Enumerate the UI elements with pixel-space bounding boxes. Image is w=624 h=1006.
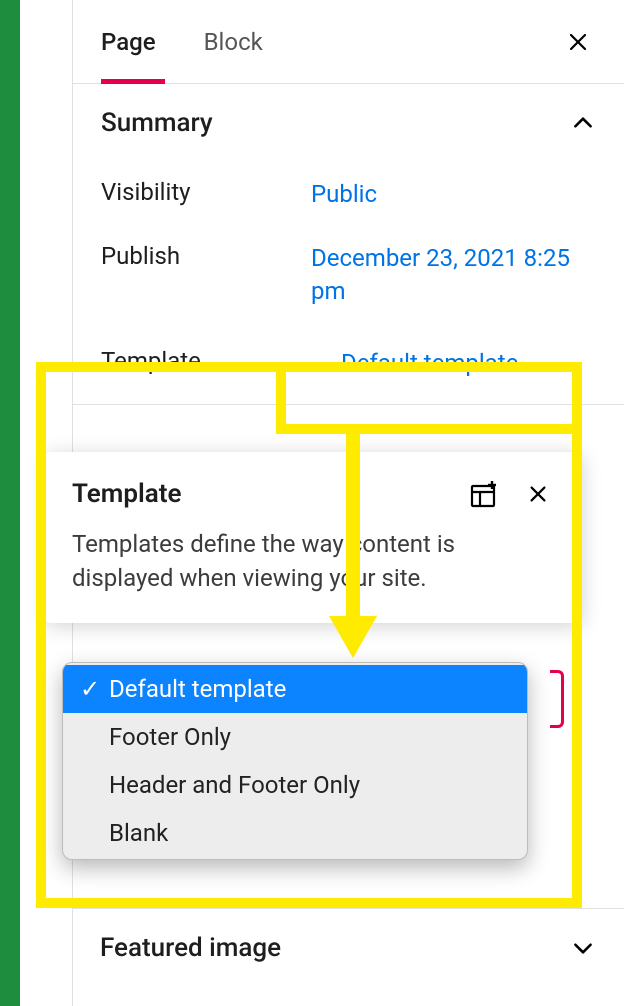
visibility-value[interactable]: Public xyxy=(311,178,596,210)
active-tab-underline xyxy=(101,79,165,84)
template-popover: Template Templates define the way conten… xyxy=(46,452,582,623)
close-icon xyxy=(566,30,590,54)
close-popover-button[interactable] xyxy=(520,476,556,512)
add-template-icon xyxy=(468,478,500,510)
template-option-label: Blank xyxy=(109,819,168,847)
featured-image-title: Featured image xyxy=(100,933,281,963)
template-option-default[interactable]: ✓ Default template xyxy=(63,665,527,713)
tab-page[interactable]: Page xyxy=(101,0,156,83)
featured-image-section: Featured image xyxy=(72,908,624,987)
template-select-field[interactable] xyxy=(550,670,564,728)
template-option-label: Footer Only xyxy=(109,723,231,751)
summary-toggle[interactable]: Summary xyxy=(73,84,624,162)
publish-row: Publish December 23, 2021 8:25 pm xyxy=(73,226,624,323)
tab-block[interactable]: Block xyxy=(204,0,263,83)
chevron-up-icon xyxy=(570,110,596,136)
check-icon: ✓ xyxy=(77,675,103,703)
template-popover-description: Templates define the way content is disp… xyxy=(46,524,582,615)
template-option-header-footer[interactable]: ✓ Header and Footer Only xyxy=(63,761,527,809)
close-settings-button[interactable] xyxy=(560,24,596,60)
template-option-blank[interactable]: ✓ Blank xyxy=(63,809,527,857)
template-popover-header: Template xyxy=(46,452,582,524)
settings-tabs: Page Block xyxy=(73,0,624,84)
template-dropdown: ✓ Default template ✓ Footer Only ✓ Heade… xyxy=(62,662,528,860)
template-popover-title: Template xyxy=(72,479,181,509)
template-option-label: Default template xyxy=(109,675,286,703)
close-icon xyxy=(527,483,549,505)
summary-section: Summary Visibility Public Publish Decemb… xyxy=(73,84,624,405)
template-label: Template xyxy=(101,347,311,375)
publish-value[interactable]: December 23, 2021 8:25 pm xyxy=(311,242,596,307)
publish-label: Publish xyxy=(101,242,311,270)
template-option-footer-only[interactable]: ✓ Footer Only xyxy=(63,713,527,761)
admin-bar-indicator xyxy=(0,0,20,1006)
chevron-down-icon xyxy=(570,935,596,961)
visibility-row: Visibility Public xyxy=(73,162,624,226)
summary-title: Summary xyxy=(101,108,213,138)
template-row: Template Default template xyxy=(73,323,624,403)
visibility-label: Visibility xyxy=(101,178,311,206)
featured-image-toggle[interactable]: Featured image xyxy=(72,909,624,987)
template-option-label: Header and Footer Only xyxy=(109,771,360,799)
template-value[interactable]: Default template xyxy=(311,347,596,379)
add-template-button[interactable] xyxy=(466,476,502,512)
